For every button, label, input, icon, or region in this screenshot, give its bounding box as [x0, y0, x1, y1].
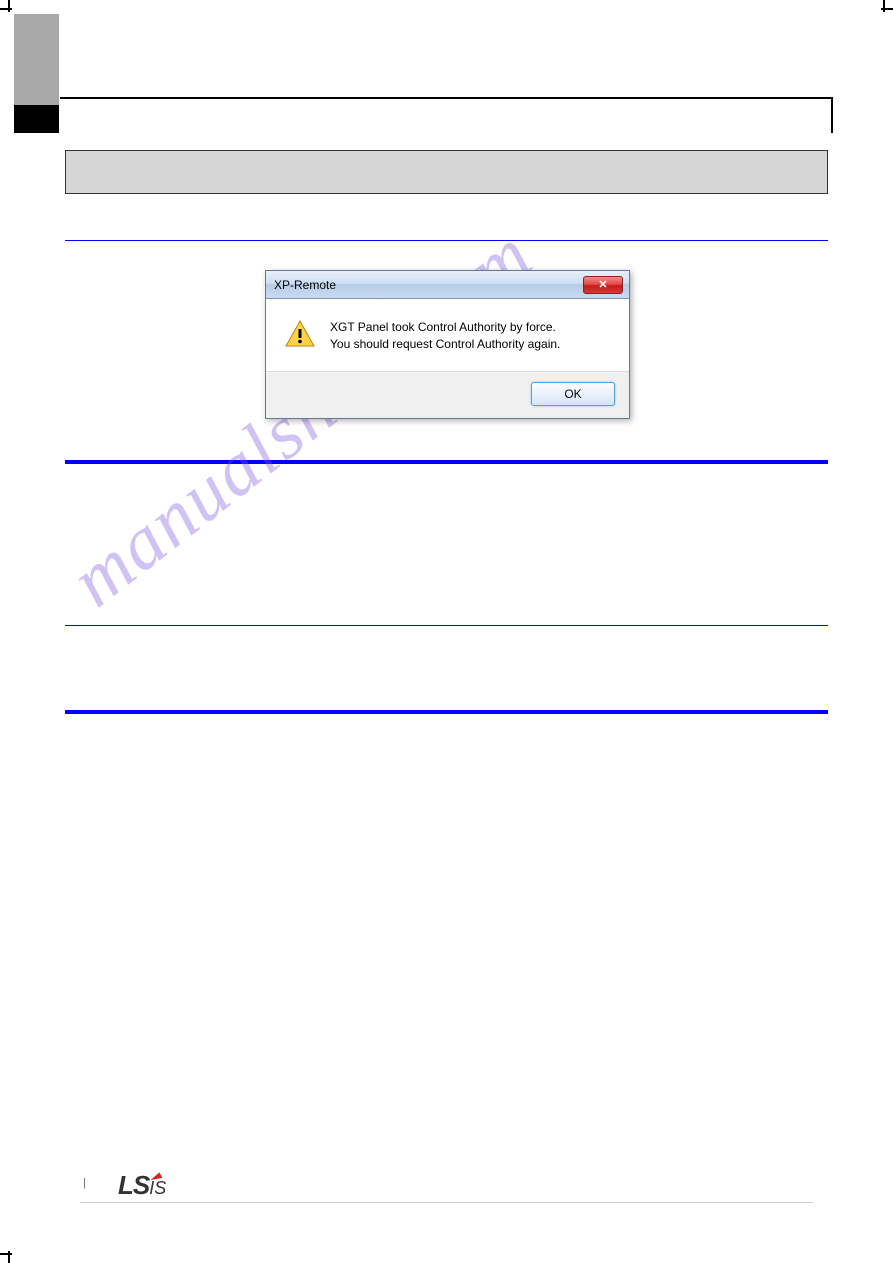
warning-icon	[284, 319, 316, 349]
brand-logo: LSIS	[118, 1170, 166, 1201]
divider-thick	[65, 710, 828, 714]
dialog-footer: OK	[266, 371, 629, 418]
dialog-title-text: XP-Remote	[272, 278, 583, 292]
page-indicator: |	[83, 1177, 86, 1189]
message-line: XGT Panel took Control Authority by forc…	[330, 319, 560, 336]
crop-mark	[0, 8, 12, 10]
close-icon: ✕	[598, 278, 607, 291]
divider-thick	[65, 460, 828, 464]
close-button[interactable]: ✕	[583, 276, 623, 294]
section-heading-bar	[65, 150, 828, 194]
logo-ls: LS	[118, 1170, 149, 1200]
ok-button[interactable]: OK	[531, 382, 615, 406]
message-line: You should request Control Authority aga…	[330, 336, 560, 353]
dialog-body: XGT Panel took Control Authority by forc…	[266, 299, 629, 371]
crop-mark	[8, 0, 10, 12]
page-side-marker	[14, 105, 59, 133]
dialog-message: XGT Panel took Control Authority by forc…	[330, 319, 560, 353]
crop-mark	[883, 0, 885, 12]
crop-mark	[8, 1251, 10, 1263]
divider	[65, 240, 828, 241]
header-rule-corner	[831, 97, 833, 133]
header-rule	[60, 97, 833, 99]
dialog-titlebar[interactable]: XP-Remote ✕	[266, 271, 629, 299]
alert-dialog: XP-Remote ✕ XGT Panel took Control Autho…	[265, 270, 630, 419]
footer-rule	[80, 1202, 813, 1203]
divider	[65, 625, 828, 626]
crop-mark	[0, 1253, 12, 1255]
logo-is: IS	[149, 1178, 166, 1198]
